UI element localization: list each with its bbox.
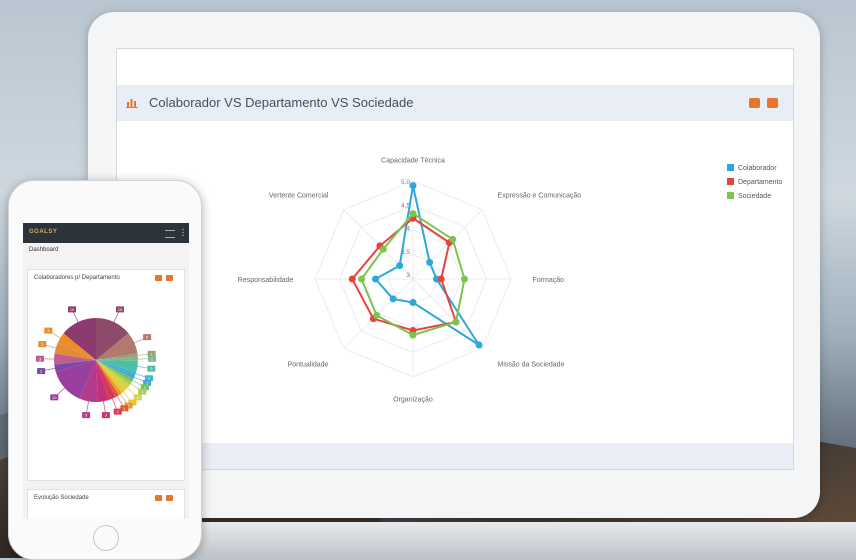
chart-icon bbox=[126, 96, 138, 108]
axis-label: Missão da Sociedade bbox=[498, 362, 565, 369]
axis-label: Pontualidade bbox=[288, 362, 329, 369]
axis-label: Expressão e Comunicação bbox=[498, 192, 582, 199]
data-point[interactable] bbox=[396, 262, 403, 269]
more-icon[interactable] bbox=[182, 228, 184, 237]
panel-title: Colaborador VS Departamento VS Sociedade bbox=[149, 95, 414, 110]
data-point[interactable] bbox=[410, 182, 417, 189]
laptop-screen: Colaborador VS Departamento VS Sociedade… bbox=[116, 48, 794, 470]
axis-label: Responsabilidade bbox=[238, 277, 294, 284]
data-point[interactable] bbox=[410, 299, 417, 306]
tick-label: 3 bbox=[406, 272, 410, 279]
print-icon[interactable] bbox=[166, 275, 173, 281]
data-point[interactable] bbox=[390, 295, 397, 302]
tick-label: 5.0 bbox=[401, 179, 410, 186]
data-point[interactable] bbox=[452, 318, 459, 325]
axis-label: Vertente Comercial bbox=[269, 192, 329, 199]
data-point[interactable] bbox=[372, 276, 379, 283]
pie-label: 10 bbox=[118, 307, 123, 312]
expand-icon[interactable] bbox=[767, 98, 778, 108]
print-icon[interactable] bbox=[749, 98, 760, 108]
legend-item-departamento[interactable]: Departamento bbox=[727, 178, 782, 186]
data-point[interactable] bbox=[380, 246, 387, 253]
phone-frame: GOALSY Dashboard Colaboradores p/ Depart… bbox=[8, 180, 202, 560]
data-point[interactable] bbox=[449, 236, 456, 243]
data-point[interactable] bbox=[358, 276, 365, 283]
home-button[interactable] bbox=[93, 525, 119, 551]
menu-icon[interactable] bbox=[165, 230, 175, 238]
card-title: Colaboradores p/ Departamento bbox=[34, 275, 120, 281]
radar-chart: Capacidade Técnica Expressão e Comunicaçã… bbox=[117, 121, 793, 481]
expand-icon[interactable] bbox=[155, 275, 162, 281]
print-icon[interactable] bbox=[166, 495, 173, 501]
axis-label: Formação bbox=[533, 277, 565, 284]
pie-label: 10 bbox=[52, 395, 57, 400]
laptop-base bbox=[186, 522, 856, 558]
data-point[interactable] bbox=[410, 210, 417, 217]
data-point[interactable] bbox=[373, 312, 380, 319]
pie-label: 10 bbox=[70, 307, 75, 312]
panel-footer bbox=[117, 443, 793, 469]
data-point[interactable] bbox=[461, 276, 468, 283]
card-title: Evolução Sociedade bbox=[34, 495, 89, 501]
card-evolucao: Evolução Sociedade bbox=[27, 489, 185, 519]
card-colaboradores: Colaboradores p/ Departamento 1061131111… bbox=[27, 269, 185, 481]
data-point[interactable] bbox=[476, 342, 483, 349]
legend-item-colaborador[interactable]: Colaborador bbox=[727, 164, 777, 172]
axis-label: Organização bbox=[393, 397, 433, 404]
phone-screen: GOALSY Dashboard Colaboradores p/ Depart… bbox=[23, 223, 189, 519]
panel-header: Colaborador VS Departamento VS Sociedade bbox=[117, 85, 793, 121]
axis-label: Capacidade Técnica bbox=[381, 157, 445, 164]
phone-topbar: GOALSY bbox=[23, 223, 189, 243]
data-point[interactable] bbox=[410, 332, 417, 339]
pie-chart: 1061131111211123510233310 bbox=[28, 292, 184, 472]
data-point[interactable] bbox=[349, 276, 356, 283]
data-point[interactable] bbox=[438, 276, 445, 283]
dashboard-label: Dashboard bbox=[29, 247, 58, 253]
expand-icon[interactable] bbox=[155, 495, 162, 501]
data-point[interactable] bbox=[426, 259, 433, 266]
app-logo: GOALSY bbox=[29, 229, 57, 235]
legend-item-sociedade[interactable]: Sociedade bbox=[727, 192, 771, 200]
